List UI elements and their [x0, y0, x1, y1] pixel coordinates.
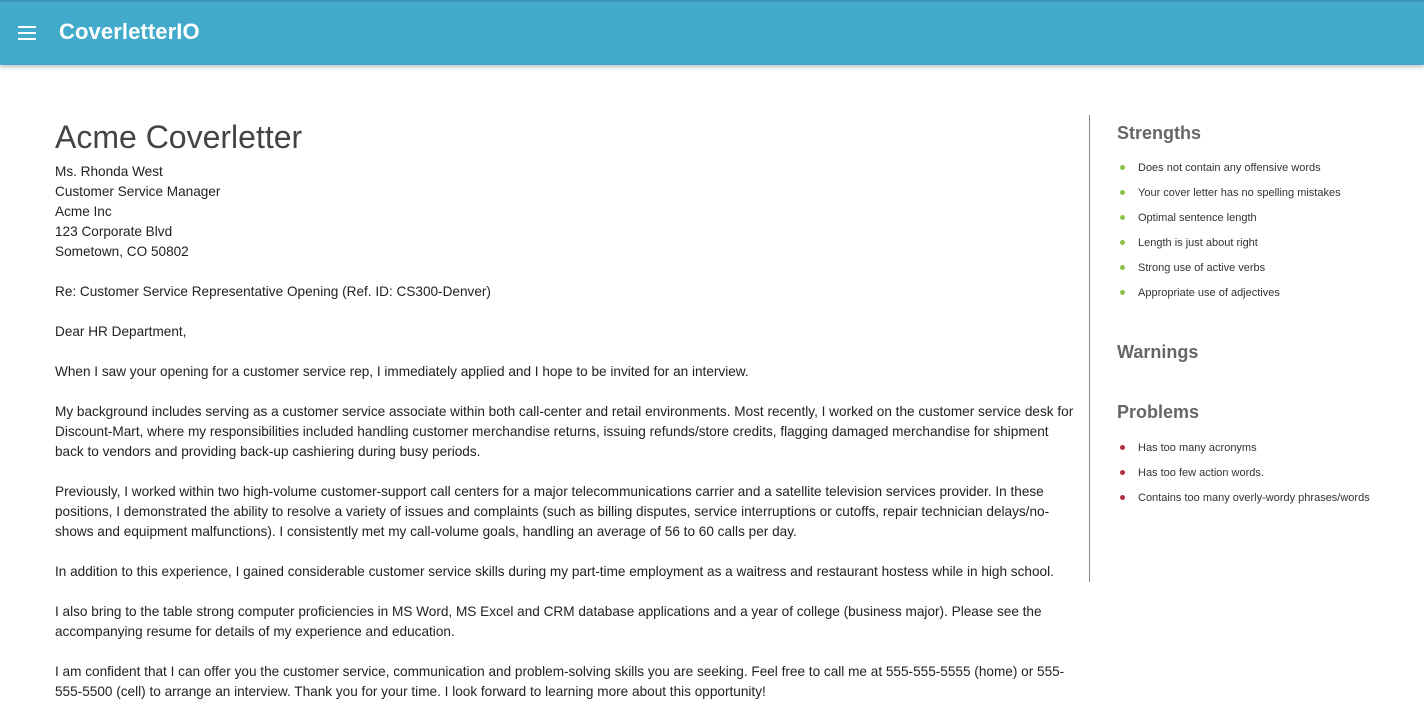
- address-line: 123 Corporate Blvd: [55, 224, 173, 239]
- strength-label: Appropriate use of adjectives: [1138, 287, 1280, 299]
- problem-label: Has too many acronyms: [1138, 442, 1257, 454]
- strength-label: Your cover letter has no spelling mistak…: [1138, 187, 1341, 199]
- hamburger-menu-icon[interactable]: [18, 26, 36, 40]
- salutation: Dear HR Department,: [55, 324, 187, 339]
- strength-item: Appropriate use of adjectives: [1120, 285, 1341, 310]
- bullet-icon: [1120, 495, 1125, 500]
- strength-label: Length is just about right: [1138, 237, 1258, 249]
- problem-item: Has too many acronyms: [1120, 440, 1370, 465]
- strength-item: Your cover letter has no spelling mistak…: [1120, 185, 1341, 210]
- letter-paragraph: Previously, I worked within two high-vol…: [55, 484, 1050, 539]
- strength-item: Length is just about right: [1120, 235, 1341, 260]
- bullet-icon: [1120, 165, 1125, 170]
- strength-item: Optimal sentence length: [1120, 210, 1341, 235]
- recipient-address: Ms. Rhonda West Customer Service Manager…: [55, 162, 1075, 262]
- problem-item: Contains too many overly-wordy phrases/w…: [1120, 490, 1370, 515]
- bullet-icon: [1120, 240, 1125, 245]
- letter-paragraph: I also bring to the table strong compute…: [55, 604, 1042, 639]
- strength-item: Does not contain any offensive words: [1120, 160, 1341, 185]
- letter-paragraph: In addition to this experience, I gained…: [55, 564, 1054, 579]
- cover-letter: Acme Coverletter Ms. Rhonda West Custome…: [55, 118, 1075, 722]
- warnings-heading: Warnings: [1117, 342, 1199, 362]
- address-line: Ms. Rhonda West: [55, 164, 163, 179]
- bullet-icon: [1120, 290, 1125, 295]
- address-line: Acme Inc: [55, 204, 112, 219]
- strengths-heading: Strengths: [1117, 123, 1202, 143]
- letter-paragraph: When I saw your opening for a customer s…: [55, 364, 749, 379]
- strength-label: Optimal sentence length: [1138, 212, 1257, 224]
- address-line: Sometown, CO 50802: [55, 244, 189, 259]
- bullet-icon: [1120, 215, 1125, 220]
- letter-paragraph: My background includes serving as a cust…: [55, 404, 1074, 459]
- problem-item: Has too few action words.: [1120, 465, 1370, 490]
- strength-label: Does not contain any offensive words: [1138, 162, 1321, 174]
- document-title: Acme Coverletter: [55, 119, 303, 155]
- problem-label: Has too few action words.: [1138, 467, 1264, 479]
- problems-heading: Problems: [1117, 402, 1200, 422]
- problems-list: Has too many acronyms Has too few action…: [1120, 440, 1370, 515]
- strength-label: Strong use of active verbs: [1138, 262, 1266, 274]
- analysis-sidebar: Strengths Does not contain any offensive…: [1089, 115, 1390, 582]
- strengths-list: Does not contain any offensive words You…: [1120, 160, 1341, 310]
- bullet-icon: [1120, 190, 1125, 195]
- app-bar: CoverletterIO: [0, 0, 1424, 65]
- bullet-icon: [1120, 445, 1125, 450]
- bullet-icon: [1120, 265, 1125, 270]
- bullet-icon: [1120, 470, 1125, 475]
- address-line: Customer Service Manager: [55, 184, 221, 199]
- re-line: Re: Customer Service Representative Open…: [55, 284, 491, 299]
- problem-label: Contains too many overly-wordy phrases/w…: [1138, 492, 1370, 504]
- app-title: CoverletterIO: [59, 19, 200, 44]
- strength-item: Strong use of active verbs: [1120, 260, 1341, 285]
- letter-paragraph: I am confident that I can offer you the …: [55, 664, 1065, 699]
